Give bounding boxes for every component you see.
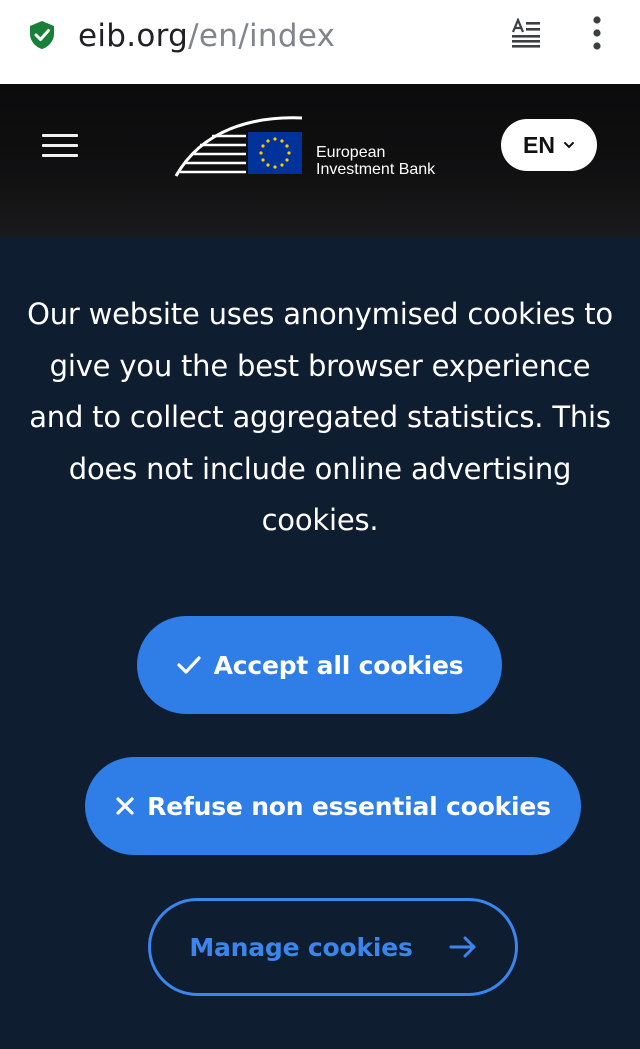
accept-all-cookies-button[interactable]: Accept all cookies [137,616,502,714]
url-path: /en/index [188,18,336,54]
check-icon [176,656,201,674]
language-label: EN [523,131,555,158]
close-icon [116,797,134,815]
browser-url-bar: eib.org/en/index [0,0,640,84]
url-host: eib.org [78,18,189,54]
hamburger-menu-icon[interactable] [42,134,78,158]
url-text[interactable]: eib.org/en/index [78,16,335,56]
shield-check-icon[interactable] [28,20,56,50]
accept-label: Accept all cookies [213,650,464,680]
logo-line-2: Investment Bank [316,161,436,178]
language-selector[interactable]: EN [501,119,597,171]
more-vertical-icon[interactable] [590,16,604,50]
refuse-non-essential-button[interactable]: Refuse non essential cookies [85,757,581,855]
cookie-message: Our website uses anonymised cookies to g… [27,297,613,537]
refuse-label: Refuse non essential cookies [147,791,551,821]
eu-flag-icon [248,132,302,174]
reader-mode-icon[interactable] [510,18,542,48]
site-header: European Investment Bank EN [0,84,640,237]
cookie-banner: Our website uses anonymised cookies to g… [0,237,640,1049]
manage-label: Manage cookies [189,932,413,962]
logo-text: European Investment Bank [316,144,435,178]
arrow-right-icon [449,936,476,958]
chevron-down-icon [563,142,574,149]
logo-line-1: European [316,144,386,161]
manage-cookies-button[interactable]: Manage cookies [148,898,518,996]
